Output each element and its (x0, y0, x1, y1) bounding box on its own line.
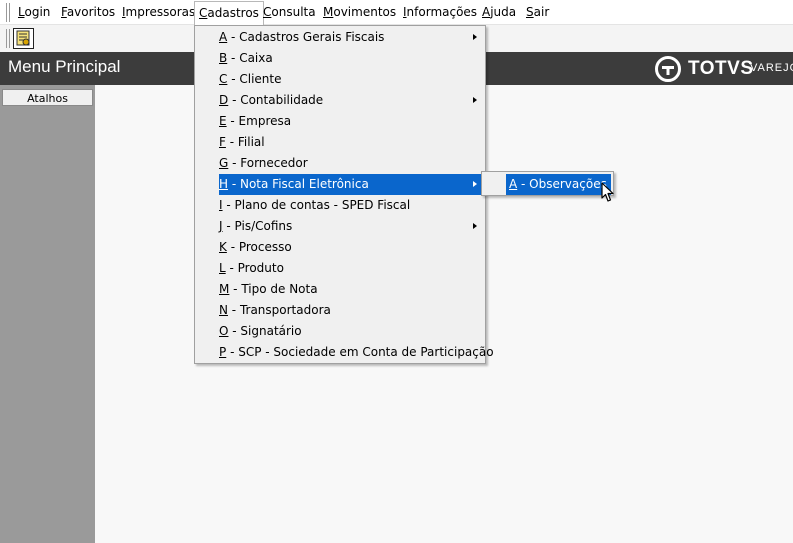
item-key: E (219, 114, 227, 128)
menu-ajuda-key: A (482, 5, 491, 19)
menu-ajuda-label: juda (490, 5, 517, 19)
menu-ajuda[interactable]: Ajuda (478, 0, 520, 25)
item-label: - Caixa (227, 51, 273, 65)
nfe-submenu: A - Observações (481, 171, 614, 196)
cadastros-item-a[interactable]: A - Cadastros Gerais Fiscais (219, 27, 484, 48)
item-key: A (509, 177, 518, 191)
item-key: B (219, 51, 228, 65)
brand-name: TOTVS (688, 58, 754, 79)
shortcuts-panel: Atalhos (0, 85, 95, 543)
menu-impressoras[interactable]: Impressoras (118, 0, 199, 25)
item-key: H (219, 177, 229, 191)
nfe-item-observacoes[interactable]: A - Observações (506, 174, 611, 195)
page-title: Menu Principal (8, 57, 121, 76)
item-label: - Signatário (228, 324, 302, 338)
menu-cadastros-label: adastros (207, 6, 259, 20)
menubar-grip[interactable] (6, 3, 10, 22)
item-label: - Plano de contas - SPED Fiscal (222, 198, 411, 212)
submenu-arrow-icon (473, 181, 477, 187)
item-label: - Contabilidade (228, 93, 324, 107)
item-key: A (219, 30, 228, 44)
menu-sair-key: S (526, 5, 534, 19)
toolbar-grip[interactable] (6, 29, 10, 48)
cadastros-item-c[interactable]: C - Cliente (219, 69, 484, 90)
report-icon (13, 28, 34, 49)
item-label: - Produto (225, 261, 284, 275)
item-label: - SCP - Sociedade em Conta de Participaç… (226, 345, 494, 359)
cadastros-item-f[interactable]: F - Filial (219, 132, 484, 153)
item-label: - Tipo de Nota (229, 282, 318, 296)
cadastros-item-k[interactable]: K - Processo (219, 237, 484, 258)
item-label: - Filial (225, 135, 265, 149)
cadastros-item-d[interactable]: D - Contabilidade (219, 90, 484, 111)
item-label: - Processo (226, 240, 292, 254)
tab-atalhos[interactable]: Atalhos (2, 89, 93, 106)
cadastros-item-n[interactable]: N - Transportadora (219, 300, 484, 321)
item-key: F (219, 135, 226, 149)
menu-login[interactable]: Login (14, 0, 54, 25)
menu-consulta[interactable]: Consulta (259, 0, 320, 25)
cadastros-item-i[interactable]: I - Plano de contas - SPED Fiscal (219, 195, 484, 216)
totvs-logo-icon (655, 56, 681, 82)
menu-sair[interactable]: Sair (522, 0, 553, 25)
submenu-arrow-icon (473, 223, 477, 229)
cadastros-item-m[interactable]: M - Tipo de Nota (219, 279, 484, 300)
menu-consulta-label: onsulta (271, 5, 316, 19)
submenu-arrow-icon (473, 97, 477, 103)
item-label: - Cadastros Gerais Fiscais (227, 30, 385, 44)
item-label: - Observações (517, 177, 607, 191)
menu-sair-label: air (533, 5, 550, 19)
report-button[interactable] (13, 28, 34, 49)
menu-informacoes-label: nformações (406, 5, 478, 19)
cadastros-dropdown: A - Cadastros Gerais Fiscais B - Caixa C… (194, 25, 494, 364)
item-label: - Transportadora (227, 303, 331, 317)
item-label: - Nota Fiscal Eletrônica (228, 177, 369, 191)
cadastros-item-b[interactable]: B - Caixa (219, 48, 484, 69)
menu-movimentos-key: M (323, 5, 334, 19)
cadastros-item-p[interactable]: P - SCP - Sociedade em Conta de Particip… (219, 342, 494, 363)
menu-login-label: ogin (24, 5, 51, 19)
cadastros-item-e[interactable]: E - Empresa (219, 111, 484, 132)
item-label: - Cliente (227, 72, 282, 86)
menu-cadastros[interactable]: Cadastros (194, 1, 264, 26)
cadastros-item-h[interactable]: H - Nota Fiscal Eletrônica (219, 174, 484, 195)
cadastros-item-j[interactable]: J - Pis/Cofins (219, 216, 484, 237)
item-key: M (219, 282, 230, 296)
item-label: - Empresa (226, 114, 292, 128)
menu-bar: Login Favoritos Impressoras Cadastros Co… (0, 0, 793, 26)
item-label: - Fornecedor (228, 156, 308, 170)
item-label: - Pis/Cofins (222, 219, 293, 233)
cadastros-item-l[interactable]: L - Produto (219, 258, 484, 279)
brand-sub: VAREJO (750, 62, 793, 74)
mouse-cursor-icon (601, 182, 614, 202)
item-key: N (219, 303, 228, 317)
menu-impressoras-label: mpressoras (125, 5, 196, 19)
item-key: L (219, 261, 226, 275)
item-key: G (219, 156, 229, 170)
menu-favoritos-label: avoritos (66, 5, 116, 19)
item-key: D (219, 93, 229, 107)
item-key: K (219, 240, 227, 254)
menu-movimentos-label: ovimentos (333, 5, 397, 19)
menu-favoritos[interactable]: Favoritos (57, 0, 119, 25)
cadastros-item-o[interactable]: O - Signatário (219, 321, 484, 342)
menu-movimentos[interactable]: Movimentos (319, 0, 400, 25)
submenu-arrow-icon (473, 34, 477, 40)
cadastros-item-g[interactable]: G - Fornecedor (219, 153, 484, 174)
menu-informacoes[interactable]: Informações (399, 0, 481, 25)
